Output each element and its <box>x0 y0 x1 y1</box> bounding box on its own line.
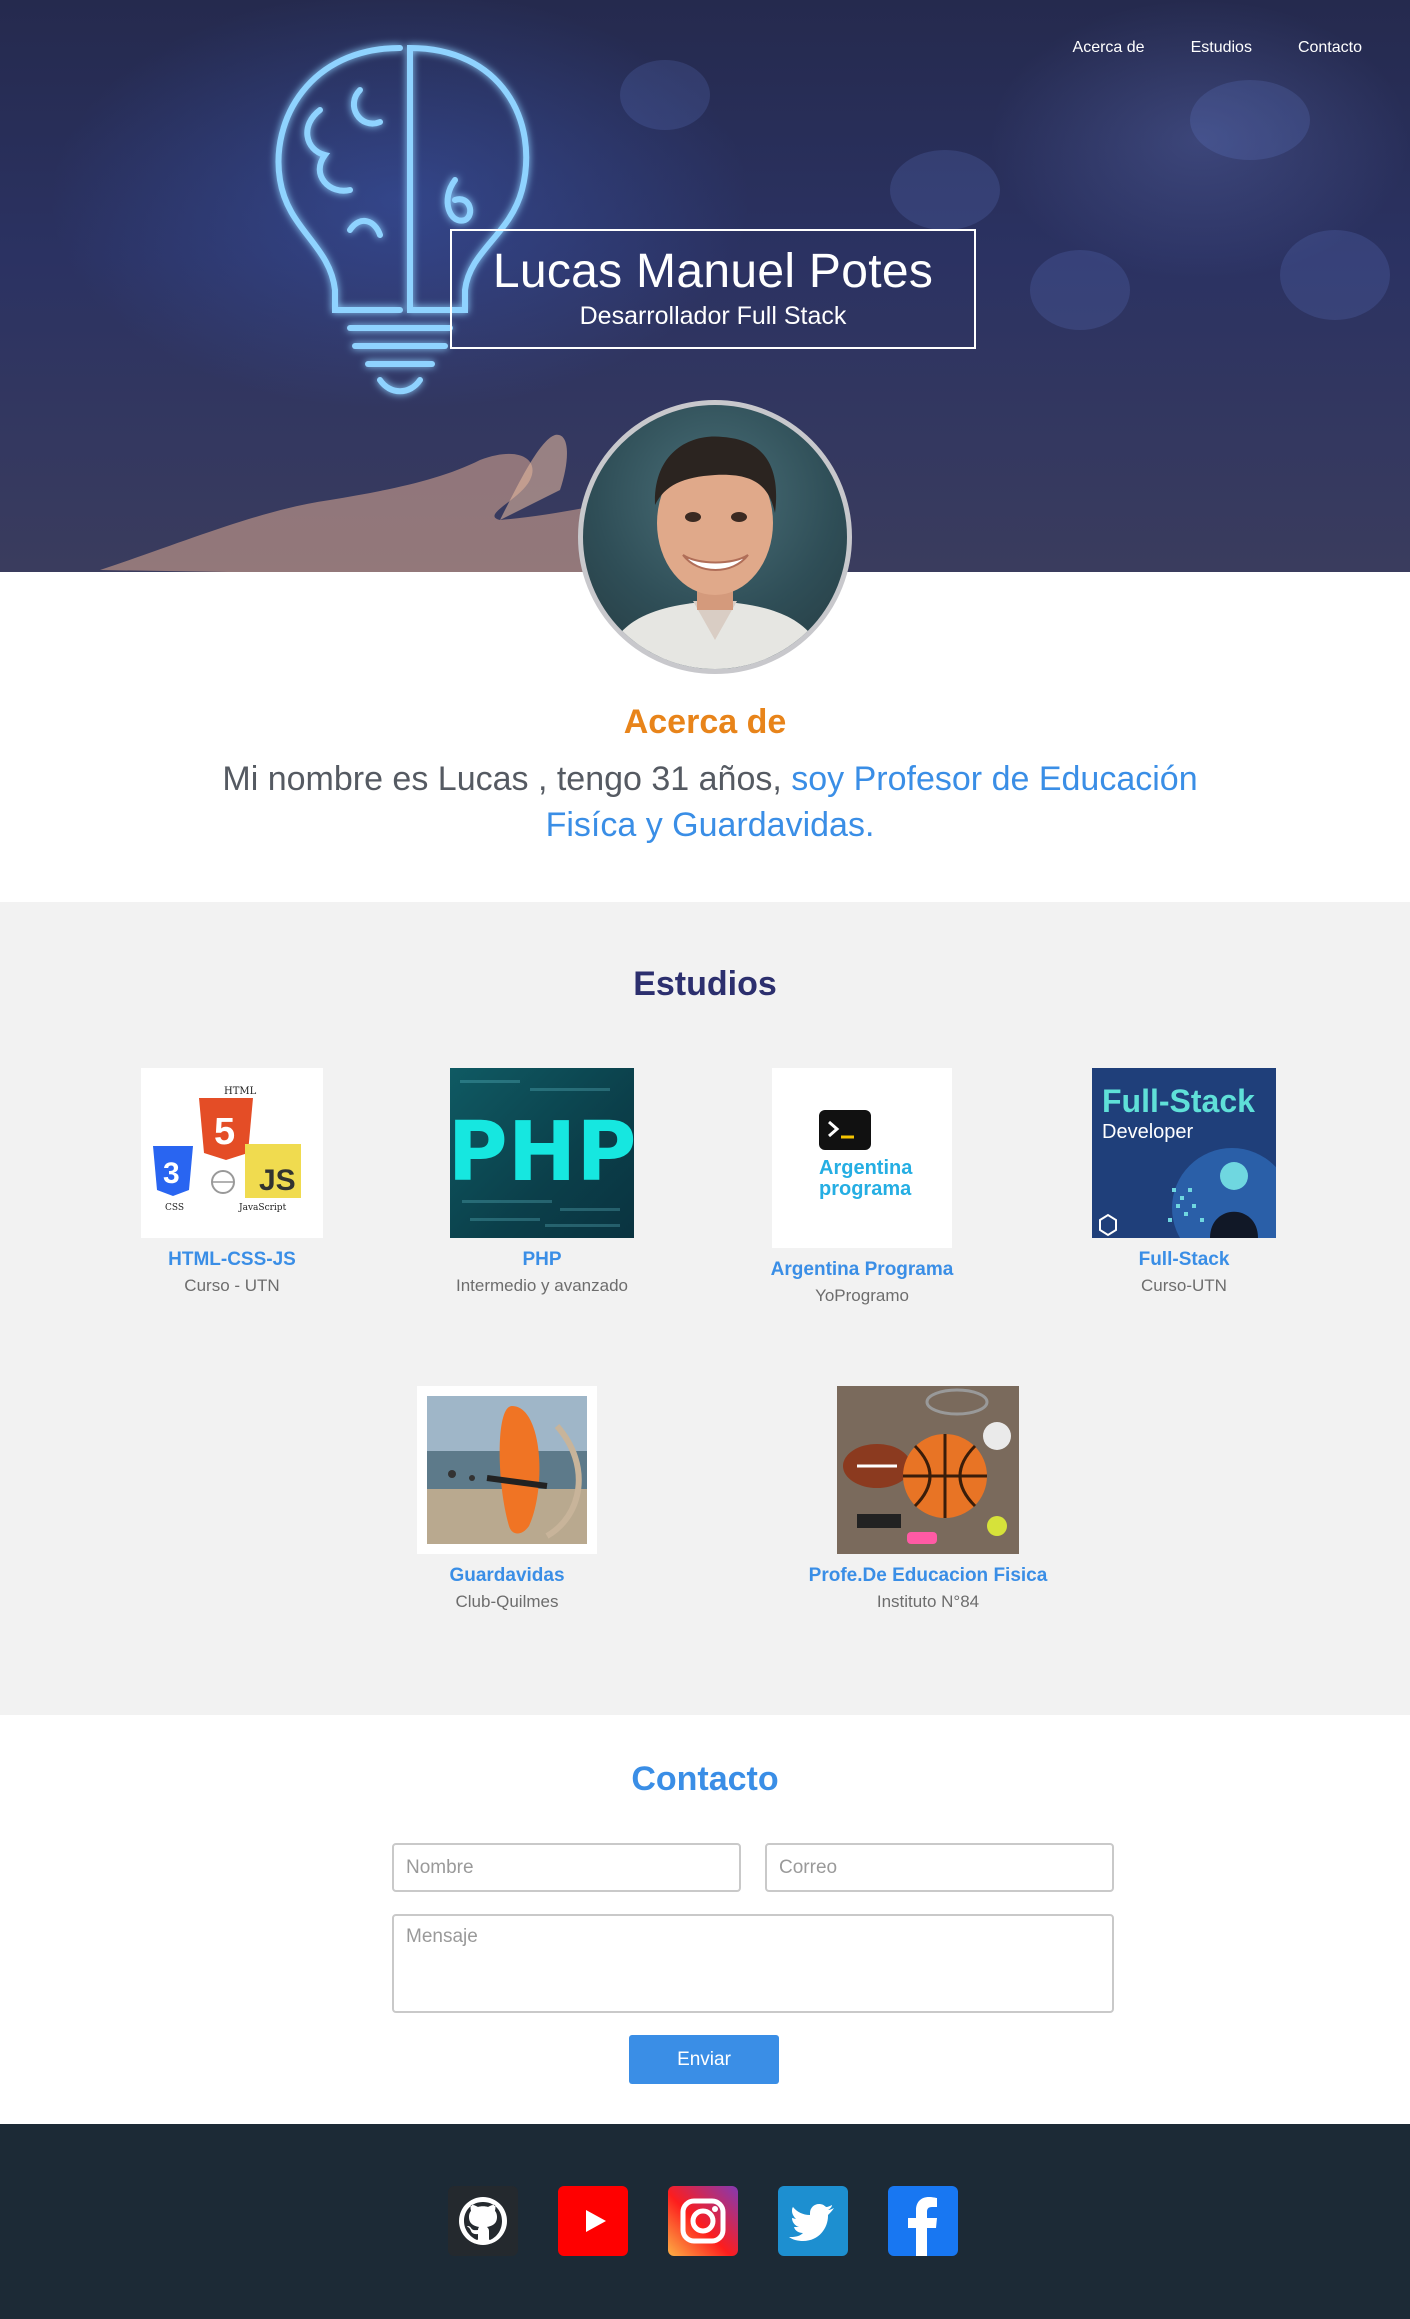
study-card[interactable]: Profe.De Educacion Fisica Instituto N°84 <box>788 1386 1068 1613</box>
js-logo-label: JS <box>259 1164 296 1197</box>
hero-role: Desarrollador Full Stack <box>579 302 847 330</box>
study-subtitle: YoProgramo <box>815 1286 909 1305</box>
study-title: Full-Stack <box>1138 1249 1230 1270</box>
full-stack-developer-logo: Full-Stack Developer <box>1092 1068 1276 1238</box>
top-nav: Acerca de Estudios Contacto <box>1050 37 1410 59</box>
instagram-icon[interactable] <box>668 2186 738 2256</box>
about-text: Mi nombre es Lucas , tengo 31 años, soy … <box>220 756 1200 848</box>
studies-section: Estudios HTML 5 3 CSS JS JavaScript HTML… <box>0 902 1410 1715</box>
bokeh-light <box>890 150 1000 230</box>
hero-name: Lucas Manuel Potes <box>492 245 934 298</box>
about-text-plain: Mi nombre es Lucas , tengo 31 años, <box>222 760 792 798</box>
study-subtitle: Curso-UTN <box>1141 1276 1227 1295</box>
study-title: PHP <box>522 1249 562 1270</box>
nav-link-estudios[interactable]: Estudios <box>1168 37 1275 59</box>
nav-link-acerca[interactable]: Acerca de <box>1050 37 1168 59</box>
youtube-icon[interactable] <box>558 2186 628 2256</box>
nav-link-contacto[interactable]: Contacto <box>1275 37 1410 59</box>
about-title: Acerca de <box>623 703 787 741</box>
bokeh-light <box>1280 230 1390 320</box>
css-logo-label: CSS <box>165 1203 184 1213</box>
css3-logo-digit: 3 <box>163 1157 180 1190</box>
html5-logo-digit: 5 <box>214 1111 235 1153</box>
lightbulb-brain-icon <box>275 44 530 395</box>
lifeguard-photo <box>417 1386 597 1554</box>
study-subtitle: Intermedio y avanzado <box>456 1276 628 1295</box>
profile-photo <box>603 436 827 669</box>
send-button[interactable]: Enviar <box>629 2035 779 2084</box>
fs-logo-line2: Developer <box>1102 1121 1194 1143</box>
javascript-logo-label: JavaScript <box>238 1203 287 1213</box>
arg-logo-line2: programa <box>819 1178 912 1200</box>
html-logo-label: HTML <box>224 1086 257 1097</box>
study-card[interactable]: HTML 5 3 CSS JS JavaScript HTML-CSS-JS C… <box>112 1068 352 1297</box>
arg-logo-line1: Argentina <box>819 1157 913 1179</box>
study-subtitle: Club-Quilmes <box>455 1592 559 1611</box>
study-card[interactable]: PHP PHP Intermedio y avanzado <box>422 1068 662 1297</box>
bokeh-light <box>1190 80 1310 160</box>
study-card[interactable]: Argentina programa Argentina Programa Yo… <box>742 1068 982 1307</box>
argentina-programa-logo: Argentina programa <box>772 1068 952 1248</box>
html-css-js-logo: HTML 5 3 CSS JS JavaScript <box>141 1068 323 1238</box>
study-title: HTML-CSS-JS <box>168 1249 296 1270</box>
study-card[interactable]: Guardavidas Club-Quilmes <box>387 1386 627 1613</box>
php-logo: PHP <box>450 1068 634 1238</box>
name-input[interactable] <box>392 1843 741 1892</box>
study-title: Argentina Programa <box>770 1259 954 1280</box>
study-title: Guardavidas <box>449 1565 565 1586</box>
hero-title-box: Lucas Manuel Potes Desarrollador Full St… <box>450 229 976 349</box>
study-title: Profe.De Educacion Fisica <box>808 1565 1048 1586</box>
twitter-icon[interactable] <box>778 2186 848 2256</box>
fs-logo-line1: Full-Stack <box>1102 1083 1255 1119</box>
study-card[interactable]: Full-Stack Developer Full-Stack Curso-UT… <box>1064 1068 1304 1297</box>
message-textarea[interactable] <box>392 1914 1114 2013</box>
facebook-icon[interactable] <box>888 2186 958 2256</box>
study-subtitle: Instituto N°84 <box>876 1592 980 1611</box>
bokeh-light <box>1030 250 1130 330</box>
contact-title: Contacto <box>631 1760 779 1798</box>
footer <box>0 2124 1410 2319</box>
github-icon[interactable] <box>448 2186 518 2256</box>
sports-equipment-photo <box>837 1386 1019 1554</box>
bokeh-light <box>620 60 710 130</box>
studies-title: Estudios <box>633 965 777 1003</box>
email-input[interactable] <box>765 1843 1114 1892</box>
php-logo-text: PHP <box>450 1105 634 1200</box>
study-subtitle: Curso - UTN <box>184 1276 280 1295</box>
profile-avatar <box>578 400 852 674</box>
